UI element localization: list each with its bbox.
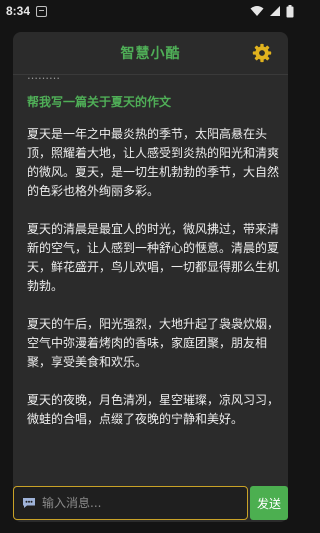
notification-icon bbox=[36, 5, 48, 17]
signal-icon bbox=[270, 6, 280, 16]
status-bar: 8:34 bbox=[0, 0, 300, 22]
battery-icon bbox=[286, 4, 294, 17]
gear-icon[interactable] bbox=[252, 43, 272, 63]
app-header: 智慧小酷 bbox=[13, 32, 288, 74]
app-title: 智慧小酷 bbox=[120, 46, 181, 62]
chat-bubble-icon bbox=[23, 498, 35, 508]
response-paragraph: 夏天的夜晚，月色清冽，星空璀璨，凉风习习，微蛙的合唱，点缀了夜晚的宁静和美好。 bbox=[27, 393, 280, 426]
status-icons bbox=[250, 4, 294, 18]
message-list[interactable]: ……… 帮我写一篇关于夏天的作文 夏天是一年之中最炎热的季节，太阳高悬在头顶，照… bbox=[13, 75, 288, 472]
response-paragraph: 夏天的午后，阳光强烈，大地升起了袅袅炊烟，空气中弥漫着烤肉的香味，家庭团聚，朋友… bbox=[27, 317, 280, 369]
previous-message-snippet: ……… bbox=[27, 75, 277, 79]
assistant-response: 夏天是一年之中最炎热的季节，太阳高悬在头顶，照耀着大地，让人感受到炎热的阳光和清… bbox=[27, 125, 279, 448]
status-time: 8:34 bbox=[6, 4, 31, 18]
chat-card: 智慧小酷 ……… 帮我写一篇关于夏天的作文 夏天是一年之中最炎热的季节，太阳高悬… bbox=[13, 32, 288, 522]
response-paragraph: 夏天是一年之中最炎热的季节，太阳高悬在头顶，照耀着大地，让人感受到炎热的阳光和清… bbox=[27, 127, 280, 198]
message-input[interactable] bbox=[42, 496, 222, 510]
send-button[interactable]: 发送 bbox=[250, 486, 288, 520]
response-paragraph: 夏天的清晨是最宜人的时光，微风拂过，带来清新的空气，让人感到一种舒心的惬意。清晨… bbox=[27, 222, 280, 293]
message-input-box[interactable] bbox=[13, 486, 248, 520]
user-prompt: 帮我写一篇关于夏天的作文 bbox=[27, 95, 172, 109]
wifi-icon bbox=[250, 6, 264, 16]
